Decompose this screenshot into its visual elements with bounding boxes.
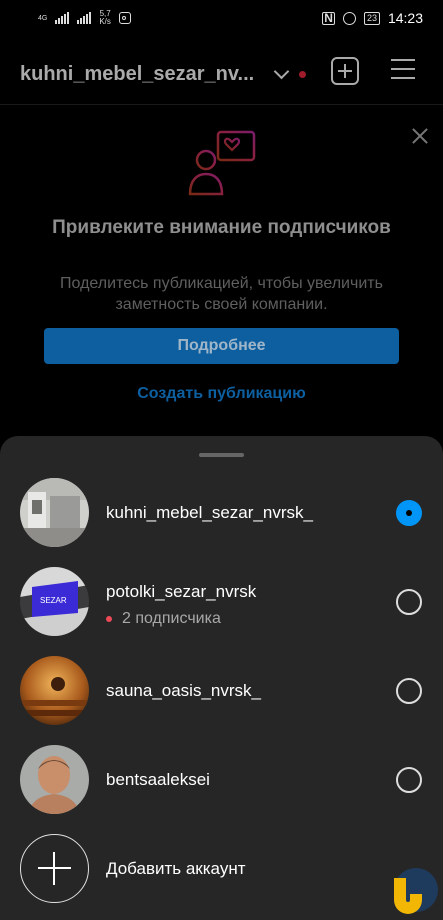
alarm-icon [342,11,356,25]
network-speed: 5,7 K/s [99,9,111,26]
close-icon[interactable] [410,126,430,146]
account-switcher-username[interactable]: kuhni_mebel_sezar_nv... [20,63,254,86]
account-subtitle: 2 подписчика [106,610,221,628]
account-switcher-sheet: kuhni_mebel_sezar_nvrsk_ SEZAR potolki_s… [0,436,443,920]
promo-title: Привлеките внимание подписчиков [52,217,391,238]
learn-more-button[interactable]: Подробнее [44,328,399,364]
account-username: potolki_sezar_nvrsk [106,582,257,601]
chevron-down-icon[interactable] [273,63,290,79]
account-row[interactable]: SEZAR potolki_sezar_nvrsk 2 подписчика [0,559,443,647]
account-radio[interactable] [396,767,422,793]
account-username: bentsaaleksei [106,770,210,789]
instagram-notification-icon [118,12,131,24]
add-account-row[interactable]: Добавить аккаунт [0,826,443,914]
status-right: N 23 14:23 [322,10,423,26]
account-username: sauna_oasis_nvrsk_ [106,681,261,700]
svg-text:SEZAR: SEZAR [40,596,67,605]
status-left: 4G 5,7 K/s [38,10,131,26]
account-row[interactable]: sauna_oasis_nvrsk_ [0,648,443,736]
status-time: 14:23 [387,10,423,26]
avatar: SEZAR [20,567,89,636]
new-post-icon[interactable] [331,57,359,85]
avatar [20,478,89,547]
signal-icon [55,12,70,24]
assistant-logo-icon[interactable] [388,864,440,916]
account-username: kuhni_mebel_sezar_nvrsk_ [106,503,313,522]
notification-dot [299,70,307,78]
status-bar: 4G 5,7 K/s N 23 14:23 [0,0,443,36]
signal-2-icon [77,12,92,24]
nfc-icon: N [322,10,335,25]
account-row[interactable]: kuhni_mebel_sezar_nvrsk_ [0,470,443,558]
account-radio[interactable] [396,678,422,704]
sheet-drag-handle[interactable] [199,453,244,457]
selected-radio[interactable] [396,500,422,526]
avatar [20,656,89,725]
header-divider [0,104,443,105]
network-type: 4G [38,14,48,22]
avatar [20,745,89,814]
battery-icon: 23 [363,11,380,25]
menu-icon[interactable] [391,59,415,79]
add-account-label: Добавить аккаунт [106,859,246,878]
add-icon [20,834,89,903]
account-row[interactable]: bentsaaleksei [0,737,443,825]
promo-text: Поделитесь публикацией, чтобы увеличить … [60,275,383,313]
profile-header: kuhni_mebel_sezar_nv... [0,45,443,103]
account-radio[interactable] [396,589,422,615]
create-post-link[interactable]: Создать публикацию [0,385,443,403]
engagement-illustration-icon [188,130,256,196]
notification-dot [106,616,112,622]
